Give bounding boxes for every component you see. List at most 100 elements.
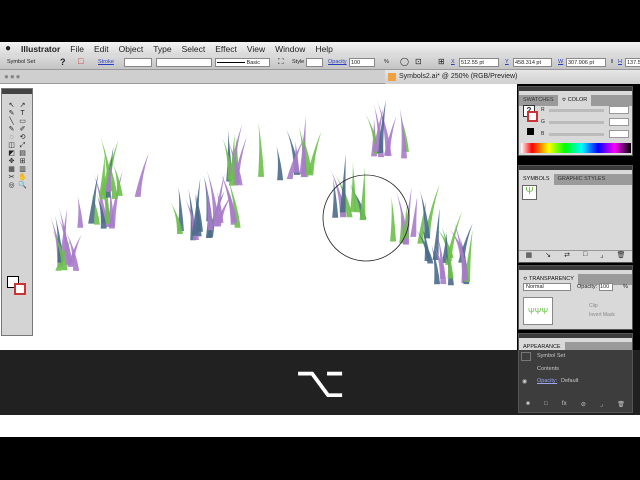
x-label: X [451,59,455,65]
symbol-libraries-icon[interactable]: ▦ [526,251,533,260]
tools-panel: ↖ ↗ ✎ T ╲ ▭ ✎ ✐ ◌ ⟲ ◫ ⤢ ◩ ▤ ✥ ⊞ ▦ ▥ ✂ ✋ ◎ 🔍 [1,88,33,336]
tab-graphic-styles[interactable]: GRAPHIC STYLES [554,174,610,185]
menu-app[interactable]: Illustrator [16,44,65,54]
reference-point-icon[interactable]: ⊞ [438,57,445,66]
h-label: H [618,59,622,65]
style-select[interactable] [306,58,323,67]
symbol-set-artwork[interactable] [0,84,517,350]
duplicate-item-icon[interactable]: ⌟ [600,401,603,411]
menu-bar: ● Illustrator File Edit Object Type Sele… [0,42,640,55]
symbol-options-icon[interactable]: ⛶ [278,57,284,67]
control-bar: Symbol Set ? □ Stroke Basic ⛶ Style Opac… [0,55,640,70]
grass-blade [77,196,84,228]
stroke-none-icon[interactable]: □ [78,56,83,66]
channel-B-field[interactable] [609,130,629,138]
menu-type[interactable]: Type [148,44,176,54]
color-panel: SWATCHES≎ COLOR ? RGB [518,86,633,156]
delete-symbol-icon[interactable]: 🗑 [617,251,626,260]
delete-item-icon[interactable]: 🗑 [617,401,625,411]
clip-checkbox[interactable]: Clip [589,303,598,309]
stroke-none-icon[interactable] [527,111,538,122]
add-effect-icon[interactable]: fx [562,401,567,411]
grass-blade [258,122,265,177]
w-label: W [558,59,564,65]
window-buttons-icon[interactable]: ●●● [4,72,22,81]
add-stroke-icon[interactable]: ■ [526,401,530,411]
opacity-field[interactable]: 100 [349,58,375,67]
symbols-panel: SYMBOLS GRAPHIC STYLES Ψ ▦ ↘ ⇄ □ ⌟ 🗑 [518,165,633,263]
visibility-eye-icon[interactable]: ◉ [522,378,527,385]
h-field[interactable]: 137.52 [625,58,640,67]
stroke-weight-field[interactable] [124,58,152,67]
opacity-percent: % [384,59,389,65]
new-symbol-icon[interactable]: ⌟ [600,251,603,260]
align-icon[interactable]: ⊡ [415,57,422,66]
recolor-icon[interactable]: ◯ [400,57,409,66]
menu-object[interactable]: Object [114,44,149,54]
tab-color[interactable]: ≎ COLOR [557,95,592,106]
y-field[interactable]: 458.314 pt [513,58,552,67]
menu-help[interactable]: Help [310,44,337,54]
symbol-options-icon[interactable]: □ [583,251,587,260]
grass-blade [204,177,214,231]
brush-select[interactable]: Basic [215,58,270,67]
slice-tool-icon[interactable]: 🔍 [18,181,27,190]
artboard-tool-icon[interactable]: ◎ [7,181,16,190]
opacity-percent: % [623,284,628,290]
invert-mask-checkbox[interactable]: Invert Mask [589,312,615,318]
break-link-icon[interactable]: ⇄ [564,251,570,260]
stroke-swatch[interactable] [14,283,26,295]
apple-icon[interactable]: ● [0,43,16,54]
tools-panel-header[interactable] [2,89,32,94]
transparency-panel: ≎ TRANSPARENCY Normal Opacity: 100 % ΨΨΨ… [518,265,633,330]
opacity-label[interactable]: Opacity [328,59,347,65]
x-field[interactable]: 512.55 pt [459,58,499,67]
menu-window[interactable]: Window [270,44,310,54]
option-key-symbol: ⌥ [294,357,346,408]
document-tab-bar: ●●● Symbols2.ai* @ 250% (RGB/Preview) [0,70,640,84]
channel-R-label: R [541,107,545,113]
opacity-label: Opacity: [577,284,598,290]
artboard[interactable] [0,84,517,350]
grass-blade [410,196,418,237]
channel-G-slider[interactable] [549,121,604,124]
menu-effect[interactable]: Effect [210,44,242,54]
color-spectrum[interactable] [521,143,631,153]
last-color-icon[interactable] [527,128,534,135]
channel-G-label: G [541,119,545,125]
thumbnail-preview: ΨΨΨ [523,297,553,325]
place-symbol-icon[interactable]: ↘ [545,251,551,260]
fill-icon[interactable]: ? [60,57,66,67]
stroke-label[interactable]: Stroke [98,59,114,65]
style-label: Style [292,59,305,65]
constrain-icon[interactable]: ‖ [611,59,613,65]
appearance-contents[interactable]: Contents [537,366,559,372]
opacity-field[interactable]: 100 [599,283,613,291]
grass-blade [134,153,149,197]
grass-symbol-thumb[interactable]: Ψ [522,185,537,200]
add-fill-icon[interactable]: □ [544,401,548,411]
grass-blade [276,145,284,181]
bottom-strip [0,415,640,437]
brush-value: Basic [246,60,260,66]
menu-view[interactable]: View [242,44,270,54]
menu-edit[interactable]: Edit [89,44,114,54]
y-label: Y [505,59,509,65]
grass-blade [399,108,408,159]
channel-R-slider[interactable] [549,109,604,112]
menu-select[interactable]: Select [177,44,211,54]
tab-symbols[interactable]: SYMBOLS [519,174,554,185]
channel-G-field[interactable] [609,118,629,126]
document-tab[interactable]: Symbols2.ai* @ 250% (RGB/Preview) [385,70,640,84]
menu-file[interactable]: File [65,44,89,54]
appearance-item[interactable]: Symbol Set [537,353,565,359]
clear-appearance-icon[interactable]: ⊘ [581,401,586,411]
channel-B-label: B [541,131,545,137]
appearance-opacity-value: Default [561,378,579,384]
channel-B-slider[interactable] [549,133,604,136]
w-field[interactable]: 307.906 pt [566,58,606,67]
appearance-opacity-label[interactable]: Opacity: [537,378,557,384]
variable-width-select[interactable] [156,58,212,67]
channel-R-field[interactable] [609,106,629,114]
blend-mode-select[interactable]: Normal [523,283,571,291]
